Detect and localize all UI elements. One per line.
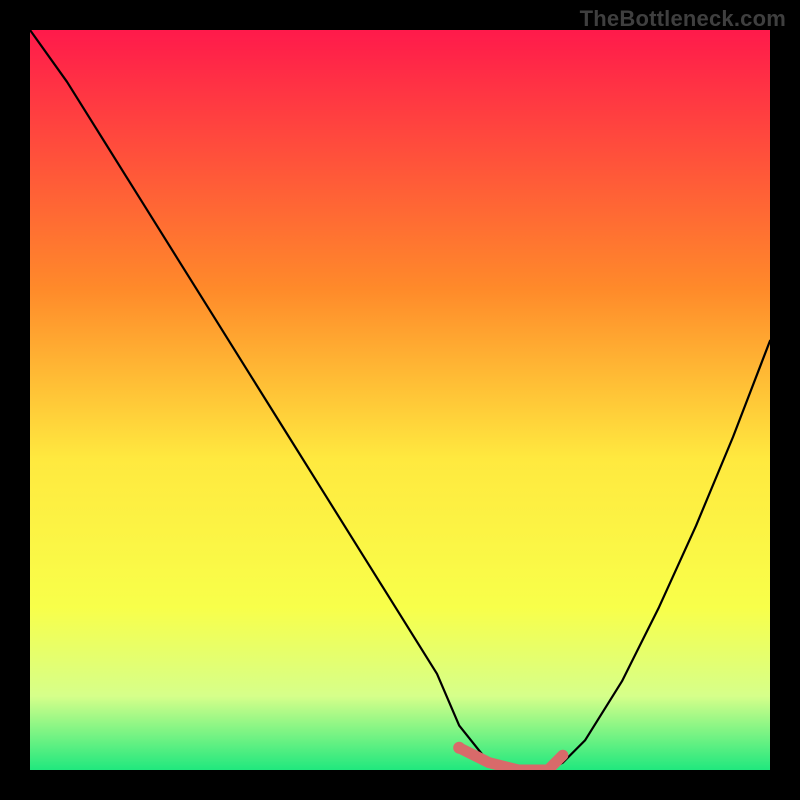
gradient-background (30, 30, 770, 770)
optimal-start-dot (453, 742, 465, 754)
chart-container (30, 30, 770, 770)
watermark-label: TheBottleneck.com (580, 6, 786, 32)
bottleneck-chart (30, 30, 770, 770)
